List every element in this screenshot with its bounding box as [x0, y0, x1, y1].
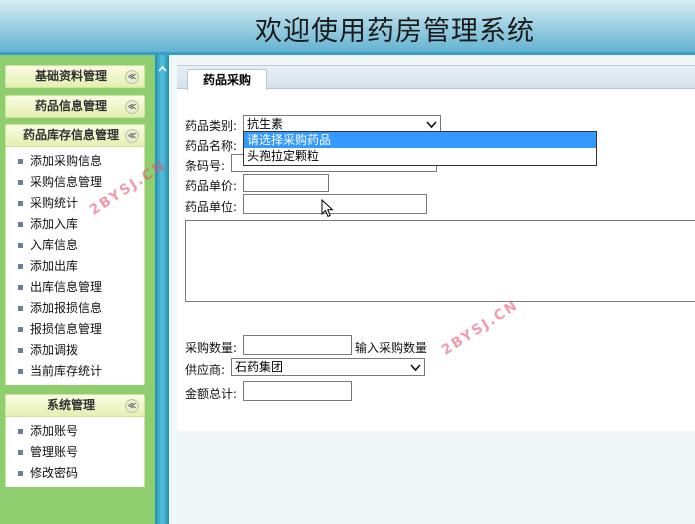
bullet-icon [18, 348, 23, 353]
nav-group-header-drug-info[interactable]: 药品信息管理 ≪ [5, 95, 145, 118]
main-content: 药品采购 药品类别: 抗生素 药品名称: 请选择采购药品 头孢拉定颗粒 条码号:… [169, 55, 695, 524]
sidebar-item-change-password[interactable]: 修改密码 [6, 463, 144, 484]
nav-group-inventory: 药品库存信息管理 ≪ 添加采购信息 采购信息管理 采购统计 添加入库 入库信息 … [5, 124, 145, 385]
tab-bar: 药品采购 [177, 66, 695, 90]
dropdown-option[interactable]: 头孢拉定颗粒 [244, 148, 596, 164]
mouse-cursor-icon [321, 199, 334, 218]
nav-group-header-inventory[interactable]: 药品库存信息管理 ≪ [5, 124, 145, 147]
bullet-icon [18, 201, 23, 206]
nav-group-drug-info: 药品信息管理 ≪ [5, 95, 145, 118]
bullet-icon [18, 159, 23, 164]
bullet-icon [18, 180, 23, 185]
sidebar-item-stock-stats[interactable]: 当前库存统计 [6, 361, 144, 382]
category-label: 药品类别: [185, 119, 238, 133]
bullet-icon [18, 264, 23, 269]
sidebar-item-stock-in-info[interactable]: 入库信息 [6, 235, 144, 256]
sidebar-item-add-stock-in[interactable]: 添加入库 [6, 214, 144, 235]
sidebar-item-manage-account[interactable]: 管理账号 [6, 442, 144, 463]
bullet-icon [18, 243, 23, 248]
chevron-down-icon [426, 121, 437, 129]
total-label: 金额总计: [185, 387, 238, 401]
bullet-icon [18, 222, 23, 227]
price-label: 药品单价: [185, 179, 238, 193]
app-title: 欢迎使用药房管理系统 [255, 16, 535, 47]
nav-group-title: 基础资料管理 [34, 69, 107, 83]
quantity-label: 采购数量: [185, 341, 238, 355]
sidebar-item-add-damage[interactable]: 添加报损信息 [6, 298, 144, 319]
total-input[interactable] [243, 381, 352, 401]
nav-group-header-system[interactable]: 系统管理 ≪ [5, 394, 145, 417]
sidebar-item-add-purchase[interactable]: 添加采购信息 [6, 151, 144, 172]
bullet-icon [18, 450, 23, 455]
supplier-label: 供应商: [185, 363, 226, 377]
unit-input[interactable] [243, 194, 427, 214]
sidebar-splitter[interactable] [155, 55, 169, 524]
drug-name-label: 药品名称: [185, 139, 238, 153]
drug-dropdown-list[interactable]: 请选择采购药品 头孢拉定颗粒 [243, 131, 597, 166]
tab-drug-purchase[interactable]: 药品采购 [187, 69, 267, 90]
header-banner: 欢迎使用药房管理系统 [0, 0, 695, 55]
supplier-select[interactable]: 石药集团 [231, 358, 425, 376]
bullet-icon [18, 471, 23, 476]
unit-label: 药品单位: [185, 200, 238, 214]
barcode-label: 条码号: [185, 159, 226, 173]
bullet-icon [18, 429, 23, 434]
nav-group-basic: 基础资料管理 ≪ [5, 65, 145, 88]
nav-group-body: 添加账号 管理账号 修改密码 [5, 417, 145, 487]
chevron-up-icon[interactable]: ≪ [125, 70, 139, 84]
notes-textarea[interactable] [185, 220, 695, 302]
nav-group-system: 系统管理 ≪ 添加账号 管理账号 修改密码 [5, 394, 145, 487]
nav-group-title: 药品库存信息管理 [22, 128, 119, 142]
nav-group-header-basic[interactable]: 基础资料管理 ≪ [5, 65, 145, 88]
bullet-icon [18, 306, 23, 311]
price-input[interactable] [243, 174, 329, 192]
category-select-value: 抗生素 [247, 117, 284, 131]
supplier-select-value: 石药集团 [235, 360, 284, 374]
sidebar-item-stock-out-manage[interactable]: 出库信息管理 [6, 277, 144, 298]
bullet-icon [18, 327, 23, 332]
purchase-form: 药品类别: 抗生素 药品名称: 请选择采购药品 头孢拉定颗粒 条码号: 药品单价… [177, 96, 695, 426]
nav-group-title: 药品信息管理 [34, 99, 107, 113]
quantity-hint: 输入采购数量 [355, 341, 428, 355]
sidebar-item-add-transfer[interactable]: 添加调拨 [6, 340, 144, 361]
collapse-left-icon[interactable] [158, 65, 167, 74]
chevron-up-icon[interactable]: ≪ [125, 100, 139, 114]
chevron-up-icon[interactable]: ≪ [125, 129, 139, 143]
bullet-icon [18, 285, 23, 290]
bullet-icon [18, 369, 23, 374]
sidebar-item-damage-manage[interactable]: 报损信息管理 [6, 319, 144, 340]
chevron-up-icon[interactable]: ≪ [125, 399, 139, 413]
purchase-panel: 药品采购 药品类别: 抗生素 药品名称: 请选择采购药品 头孢拉定颗粒 条码号:… [177, 65, 695, 431]
sidebar-item-add-stock-out[interactable]: 添加出库 [6, 256, 144, 277]
dropdown-option[interactable]: 请选择采购药品 [244, 132, 596, 148]
nav-group-title: 系统管理 [46, 398, 95, 412]
chevron-down-icon [410, 364, 421, 372]
sidebar: 基础资料管理 ≪ 药品信息管理 ≪ 药品库存信息管理 ≪ 添加采购信息 采购信息… [0, 55, 155, 524]
quantity-input[interactable] [243, 335, 352, 355]
sidebar-item-add-account[interactable]: 添加账号 [6, 421, 144, 442]
